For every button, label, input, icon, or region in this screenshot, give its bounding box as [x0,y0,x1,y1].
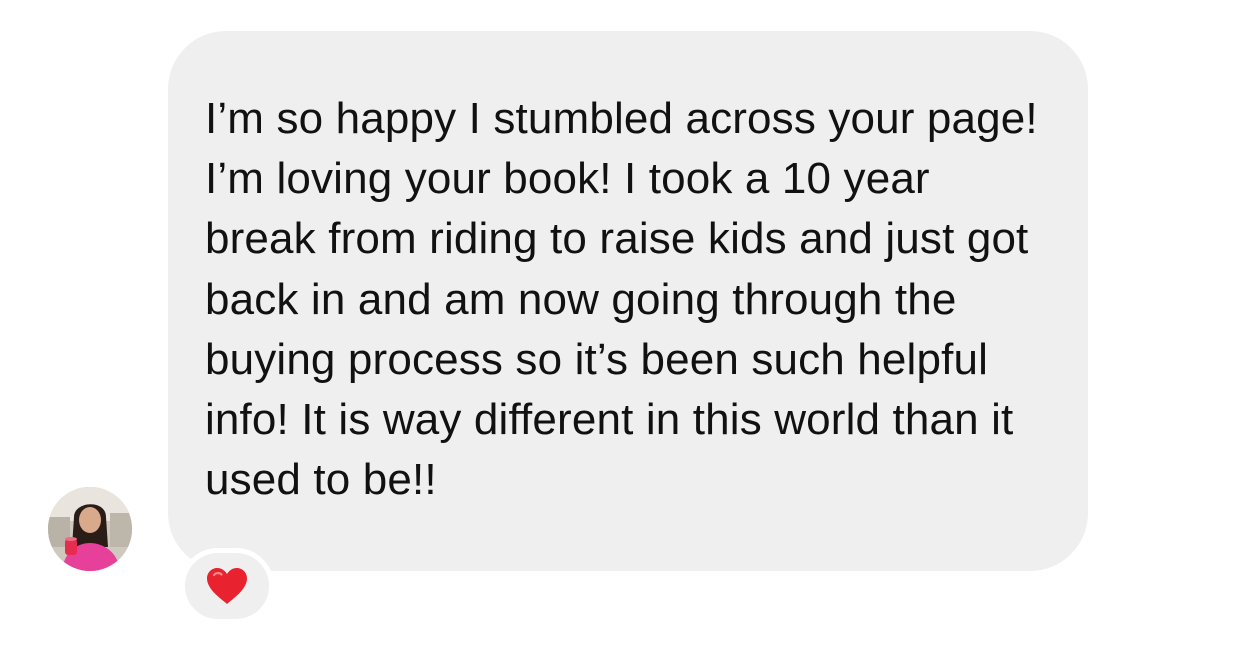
message-reaction[interactable] [180,548,274,624]
sender-avatar[interactable] [48,487,132,571]
message-bubble[interactable]: I’m so happy I stumbled across your page… [168,31,1088,571]
message-text: I’m so happy I stumbled across your page… [205,94,1038,505]
avatar-photo [48,487,132,571]
message-thread: I’m so happy I stumbled across your page… [0,0,1242,663]
heart-icon [207,568,247,604]
